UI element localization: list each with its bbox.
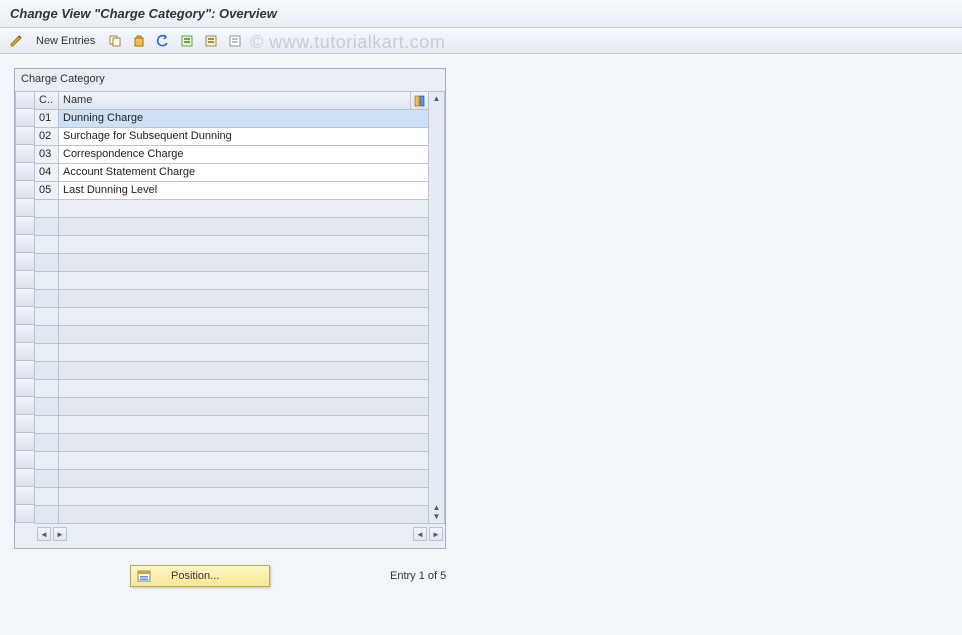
table-row-empty xyxy=(35,506,429,524)
cell-name[interactable]: Surchage for Subsequent Dunning xyxy=(59,128,429,146)
table-row-empty xyxy=(35,272,429,290)
vertical-scrollbar[interactable]: ▲ ▲ ▼ xyxy=(429,91,445,524)
position-icon xyxy=(137,569,151,583)
row-header[interactable] xyxy=(15,127,35,145)
data-grid: C.. Name 01Dunning Charge02Surchage for … xyxy=(35,91,429,524)
cell-name[interactable]: Correspondence Charge xyxy=(59,146,429,164)
row-header[interactable] xyxy=(15,379,35,397)
cell-name[interactable]: Account Statement Charge xyxy=(59,164,429,182)
table-row[interactable]: 02Surchage for Subsequent Dunning xyxy=(35,128,429,146)
column-settings-icon[interactable] xyxy=(411,92,429,110)
row-header[interactable] xyxy=(15,433,35,451)
table-row-empty xyxy=(35,200,429,218)
row-header[interactable] xyxy=(15,469,35,487)
delete-icon[interactable] xyxy=(129,31,149,51)
content-area: Charge Category C.. Name 01Dunning Charg… xyxy=(0,54,962,635)
deselect-all-icon[interactable] xyxy=(225,31,245,51)
table-row-empty xyxy=(35,308,429,326)
row-header[interactable] xyxy=(15,397,35,415)
scroll-up-icon[interactable]: ▲ xyxy=(433,94,441,103)
grid-corner xyxy=(15,91,35,109)
row-header[interactable] xyxy=(15,199,35,217)
table-row-empty xyxy=(35,362,429,380)
row-header-column xyxy=(15,91,35,524)
entry-count-label: Entry 1 of 5 xyxy=(390,570,446,582)
table-row-empty xyxy=(35,452,429,470)
cell-name[interactable]: Last Dunning Level xyxy=(59,182,429,200)
row-header[interactable] xyxy=(15,163,35,181)
table-row-empty xyxy=(35,254,429,272)
table-row-empty xyxy=(35,326,429,344)
row-header[interactable] xyxy=(15,253,35,271)
cell-name[interactable]: Dunning Charge xyxy=(59,110,429,128)
select-block-icon[interactable] xyxy=(201,31,221,51)
cell-code[interactable]: 02 xyxy=(35,128,59,146)
table-row[interactable]: 01Dunning Charge xyxy=(35,110,429,128)
table-row-empty xyxy=(35,416,429,434)
cell-code[interactable]: 01 xyxy=(35,110,59,128)
table-row-empty xyxy=(35,344,429,362)
row-header[interactable] xyxy=(15,361,35,379)
scroll-left-start-icon[interactable]: ◄ xyxy=(37,527,51,541)
scroll-up2-icon[interactable]: ▲ xyxy=(433,503,441,512)
new-entries-button[interactable]: New Entries xyxy=(30,33,101,49)
row-header[interactable] xyxy=(15,415,35,433)
column-header-code[interactable]: C.. xyxy=(35,92,59,110)
grid-wrapper: C.. Name 01Dunning Charge02Surchage for … xyxy=(15,91,445,524)
row-header[interactable] xyxy=(15,505,35,523)
row-header[interactable] xyxy=(15,325,35,343)
row-header[interactable] xyxy=(15,307,35,325)
scroll-down-icon[interactable]: ▼ xyxy=(433,512,441,521)
footer-row: Position... Entry 1 of 5 xyxy=(130,565,446,587)
table-row-empty xyxy=(35,398,429,416)
position-button-label: Position... xyxy=(171,570,219,582)
cell-code[interactable]: 03 xyxy=(35,146,59,164)
grid-header-row: C.. Name xyxy=(35,92,429,110)
table-row-empty xyxy=(35,290,429,308)
row-header[interactable] xyxy=(15,289,35,307)
table-row[interactable]: 05Last Dunning Level xyxy=(35,182,429,200)
scroll-right-end-icon[interactable]: ► xyxy=(429,527,443,541)
row-header[interactable] xyxy=(15,487,35,505)
row-header[interactable] xyxy=(15,235,35,253)
row-header[interactable] xyxy=(15,145,35,163)
cell-code[interactable]: 04 xyxy=(35,164,59,182)
table-row[interactable]: 04Account Statement Charge xyxy=(35,164,429,182)
row-header[interactable] xyxy=(15,451,35,469)
table-row-empty xyxy=(35,218,429,236)
page-title: Change View "Charge Category": Overview xyxy=(0,0,962,28)
row-header[interactable] xyxy=(15,109,35,127)
row-header[interactable] xyxy=(15,271,35,289)
toggle-display-change-icon[interactable] xyxy=(6,31,26,51)
cell-code[interactable]: 05 xyxy=(35,182,59,200)
row-header[interactable] xyxy=(15,217,35,235)
panel-title: Charge Category xyxy=(15,69,445,91)
table-row[interactable]: 03Correspondence Charge xyxy=(35,146,429,164)
table-row-empty xyxy=(35,488,429,506)
undo-change-icon[interactable] xyxy=(153,31,173,51)
toolbar: New Entries xyxy=(0,28,962,54)
column-header-name[interactable]: Name xyxy=(59,92,411,110)
position-button[interactable]: Position... xyxy=(130,565,270,587)
row-header[interactable] xyxy=(15,181,35,199)
select-all-icon[interactable] xyxy=(177,31,197,51)
scroll-left-icon[interactable]: ► xyxy=(53,527,67,541)
table-row-empty xyxy=(35,470,429,488)
charge-category-panel: Charge Category C.. Name 01Dunning Charg… xyxy=(14,68,446,549)
copy-as-icon[interactable] xyxy=(105,31,125,51)
table-row-empty xyxy=(35,380,429,398)
table-row-empty xyxy=(35,236,429,254)
horizontal-scrollbar: ◄ ► ◄ ► xyxy=(15,526,445,542)
row-header[interactable] xyxy=(15,343,35,361)
scroll-right-icon[interactable]: ◄ xyxy=(413,527,427,541)
table-row-empty xyxy=(35,434,429,452)
